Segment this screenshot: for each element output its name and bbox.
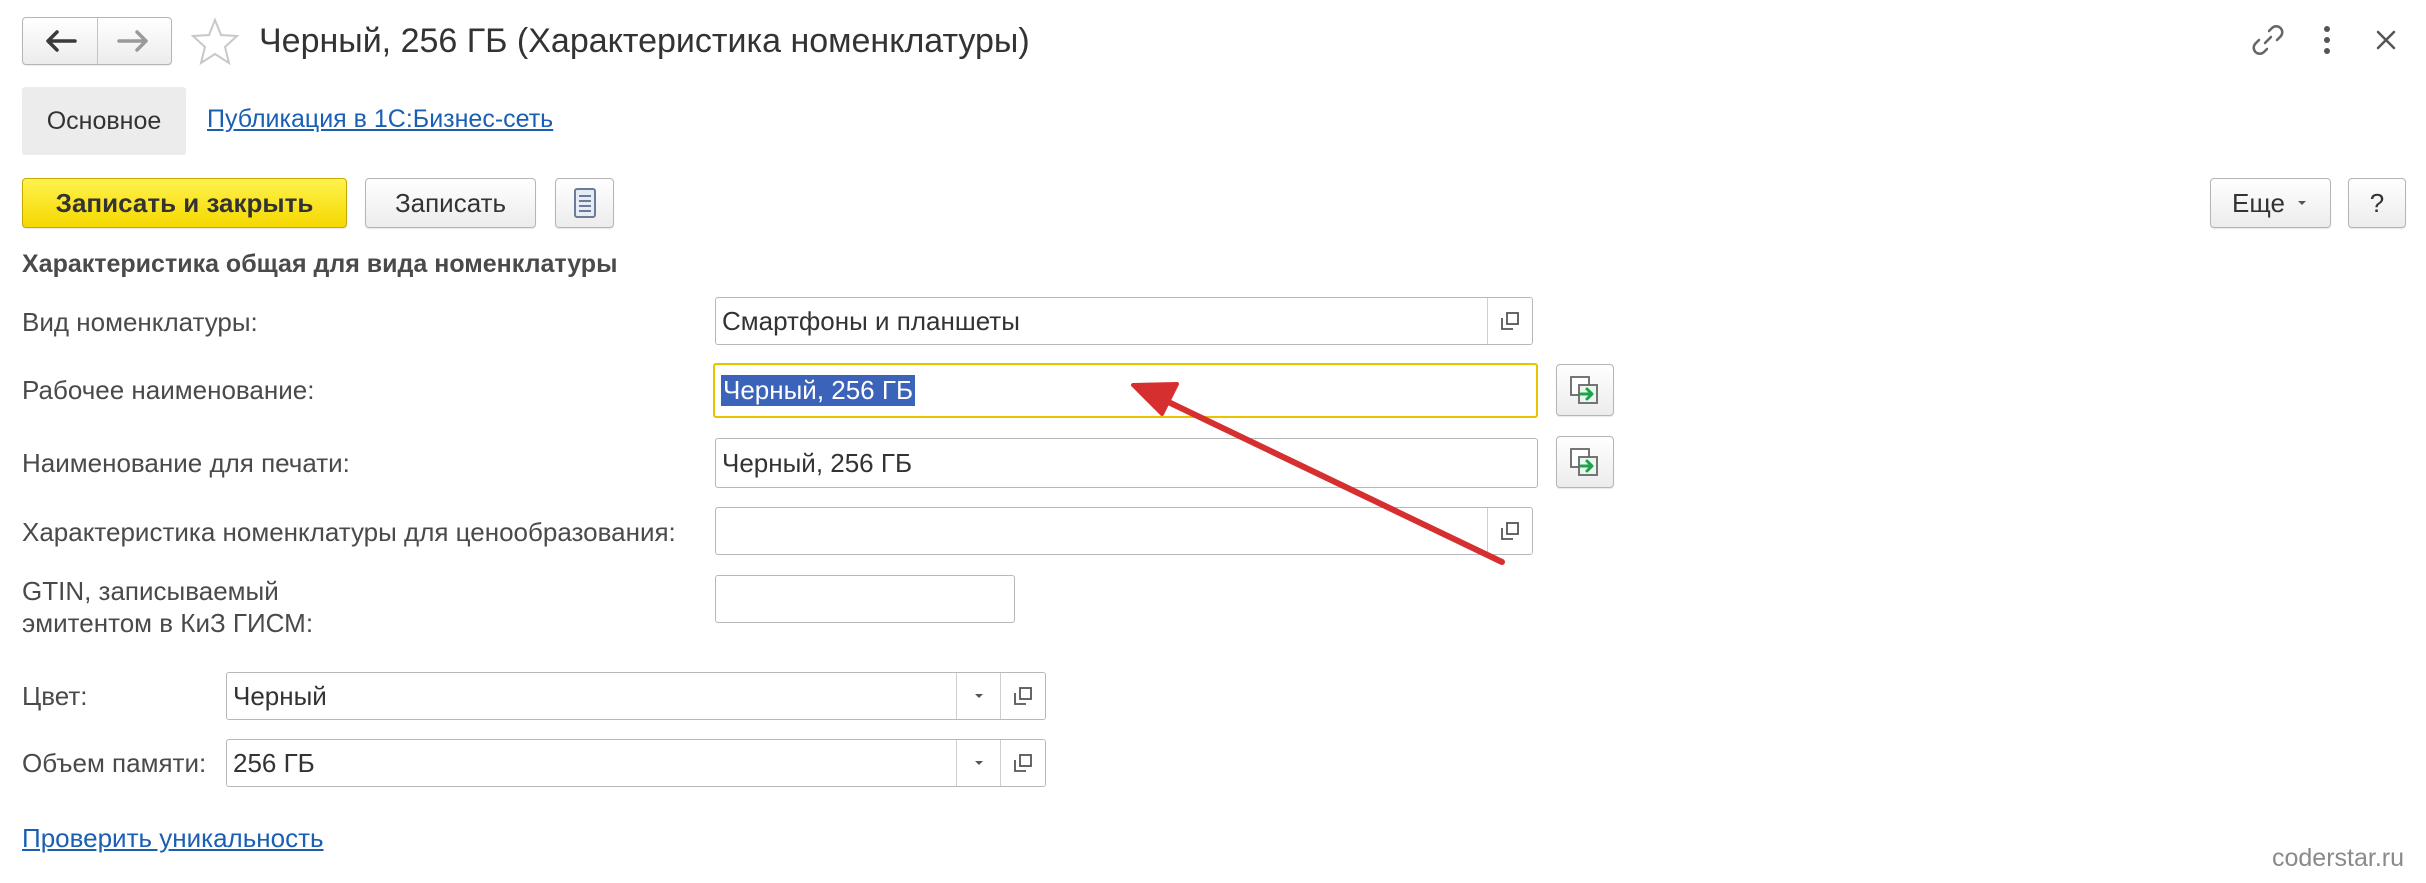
watermark: coderstar.ru <box>2271 844 2404 872</box>
annotation-arrow <box>1131 382 1505 565</box>
